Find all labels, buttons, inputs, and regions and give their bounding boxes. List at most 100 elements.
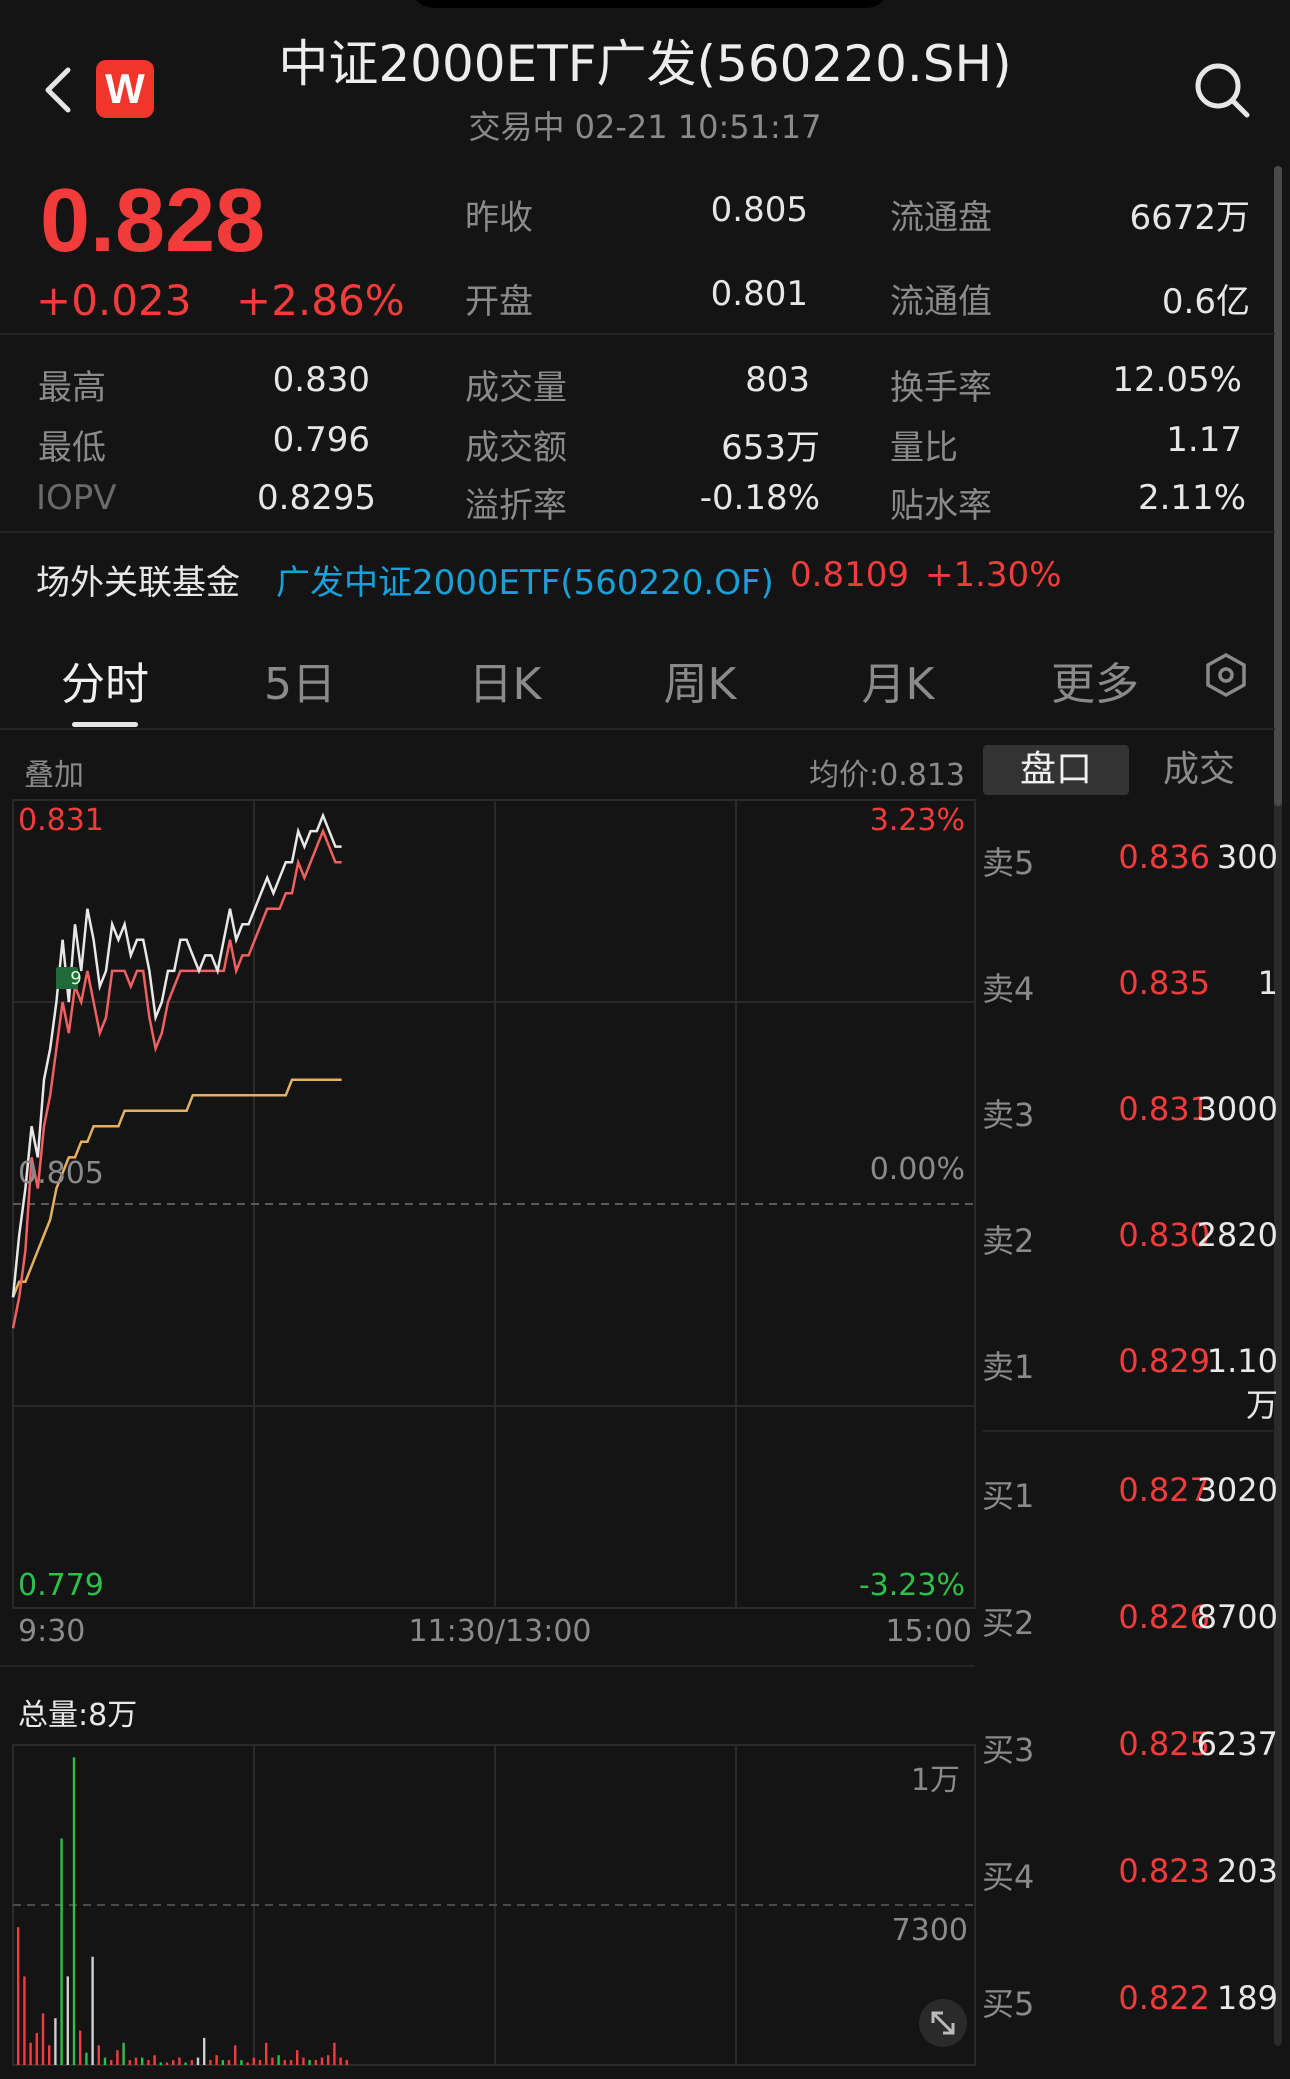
- buy-level-volume: 8700: [1196, 1598, 1278, 1636]
- volume-bar: [327, 2055, 330, 2065]
- tab-more[interactable]: 更多: [1040, 648, 1150, 712]
- buy-level-label: 买1: [982, 1477, 1035, 1515]
- avg-price-label: 均价:0.813: [809, 758, 965, 793]
- volume-axis-top: 1万: [910, 1763, 960, 1798]
- related-fund-label: 场外关联基金: [36, 563, 240, 603]
- volume-bar: [246, 2062, 249, 2065]
- trades-tab[interactable]: 成交: [1126, 745, 1272, 795]
- buy-level-volume: 189: [1216, 1979, 1278, 2017]
- volume-bar: [221, 2060, 224, 2065]
- volume-bar: [289, 2060, 293, 2065]
- sell-level-volume: 2820: [1196, 1216, 1278, 1254]
- volume-bar: [122, 2042, 125, 2065]
- buy-level-label: 买2: [982, 1604, 1035, 1642]
- volume-bar: [283, 2060, 286, 2065]
- volume-bars: [17, 1757, 348, 2065]
- pct-axis-low: -3.23%: [858, 1568, 965, 1603]
- volume-bar: [345, 2060, 348, 2065]
- sell-level-label: 卖2: [982, 1222, 1035, 1260]
- premium-value: -0.18%: [699, 478, 820, 518]
- volume-bar: [147, 2060, 150, 2065]
- volume-bar: [184, 2062, 187, 2065]
- volume-bar: [17, 1927, 20, 2065]
- volume-bar: [203, 2037, 206, 2065]
- pct-axis-high: 3.23%: [869, 803, 965, 838]
- volume-ratio-value: 1.17: [1166, 420, 1242, 460]
- volume-bar: [97, 2045, 100, 2065]
- prev-close-value: 0.805: [710, 190, 808, 230]
- buy-level-volume: 6237: [1196, 1725, 1278, 1763]
- volume-label: 成交量: [465, 368, 567, 408]
- overlay-button[interactable]: 叠加: [24, 750, 84, 794]
- price-axis-low: 0.779: [18, 1568, 104, 1603]
- high-value: 0.830: [272, 360, 370, 400]
- float-shares-label: 流通盘: [890, 198, 992, 238]
- search-icon[interactable]: [1192, 60, 1252, 120]
- volume-bar: [134, 2057, 138, 2065]
- divider: [0, 1665, 975, 1667]
- tab-monthly-k[interactable]: 月K: [843, 648, 953, 712]
- volume-axis-mid: 7300: [891, 1913, 968, 1948]
- volume-bar: [258, 2060, 262, 2065]
- divider: [0, 333, 1275, 335]
- page-title: 中证2000ETF广发(560220.SH): [278, 35, 1012, 93]
- related-fund-change: +1.30%: [925, 555, 1062, 595]
- volume-bar: [35, 2033, 38, 2065]
- buy-level-label: 买3: [982, 1731, 1035, 1769]
- prev-close-label: 昨收: [465, 198, 533, 238]
- buy-level-volume: 203: [1216, 1852, 1278, 1890]
- turnover-rate-value: 12.05%: [1112, 360, 1242, 400]
- intraday-price-chart[interactable]: [0, 795, 980, 1675]
- volume-bar: [153, 2055, 156, 2065]
- high-label: 最高: [38, 368, 106, 408]
- volume-bar: [252, 2057, 255, 2065]
- amount-value: 653万: [721, 428, 820, 468]
- volume-bar: [29, 2042, 32, 2065]
- volume-bar: [85, 2052, 88, 2065]
- buy-level-label: 买5: [982, 1985, 1035, 2023]
- orderbook-tab[interactable]: 盘口: [983, 745, 1129, 795]
- volume-bar: [159, 2062, 162, 2065]
- volume-bar: [48, 2045, 51, 2065]
- volume-bar: [178, 2057, 181, 2065]
- amount-label: 成交额: [465, 428, 567, 468]
- related-fund-link[interactable]: 广发中证2000ETF(560220.OF): [276, 555, 774, 604]
- settings-icon[interactable]: [1203, 652, 1249, 698]
- price-change: +0.023: [36, 276, 192, 325]
- discount-label: 贴水率: [890, 486, 992, 526]
- tab-daily-k[interactable]: 日K: [450, 648, 560, 712]
- volume-ratio-label: 量比: [890, 428, 958, 468]
- volume-bar: [234, 2045, 237, 2065]
- volume-bar: [128, 2060, 131, 2065]
- iopv-label: IOPV: [36, 478, 117, 518]
- volume-bar: [141, 2057, 144, 2065]
- open-value: 0.801: [710, 274, 808, 314]
- volume-bar: [60, 1838, 63, 2065]
- open-label: 开盘: [465, 282, 533, 322]
- volume-bar: [271, 2057, 274, 2065]
- time-axis-start: 9:30: [18, 1614, 86, 1649]
- volume-bar: [320, 2057, 324, 2065]
- scrollbar-thumb[interactable]: [1274, 166, 1282, 806]
- volume-bar: [314, 2060, 317, 2065]
- volume-bar: [72, 1757, 76, 2065]
- sell-level-label: 卖3: [982, 1096, 1035, 1134]
- sell-level-label: 卖4: [982, 970, 1035, 1008]
- premium-label: 溢折率: [465, 486, 567, 526]
- float-shares-value: 6672万: [1129, 198, 1250, 238]
- iopv-value: 0.8295: [257, 478, 376, 518]
- tab-intraday[interactable]: 分时: [50, 648, 160, 712]
- volume-bar: [296, 2050, 299, 2065]
- float-value-value: 0.6亿: [1161, 282, 1250, 322]
- volume-bar: [302, 2057, 305, 2065]
- price-change-pct: +2.86%: [236, 276, 405, 325]
- orderbook-divider: [983, 1430, 1273, 1432]
- fullscreen-icon[interactable]: [918, 1998, 968, 2048]
- tab-weekly-k[interactable]: 周K: [645, 648, 755, 712]
- tab-5day[interactable]: 5日: [250, 648, 350, 712]
- volume-bar: [23, 1976, 26, 2065]
- volume-value: 803: [745, 360, 810, 400]
- volume-bar: [227, 2060, 231, 2065]
- trading-status: 交易中 02-21 10:51:17: [468, 108, 822, 146]
- price-axis-base: 0.805: [18, 1156, 104, 1191]
